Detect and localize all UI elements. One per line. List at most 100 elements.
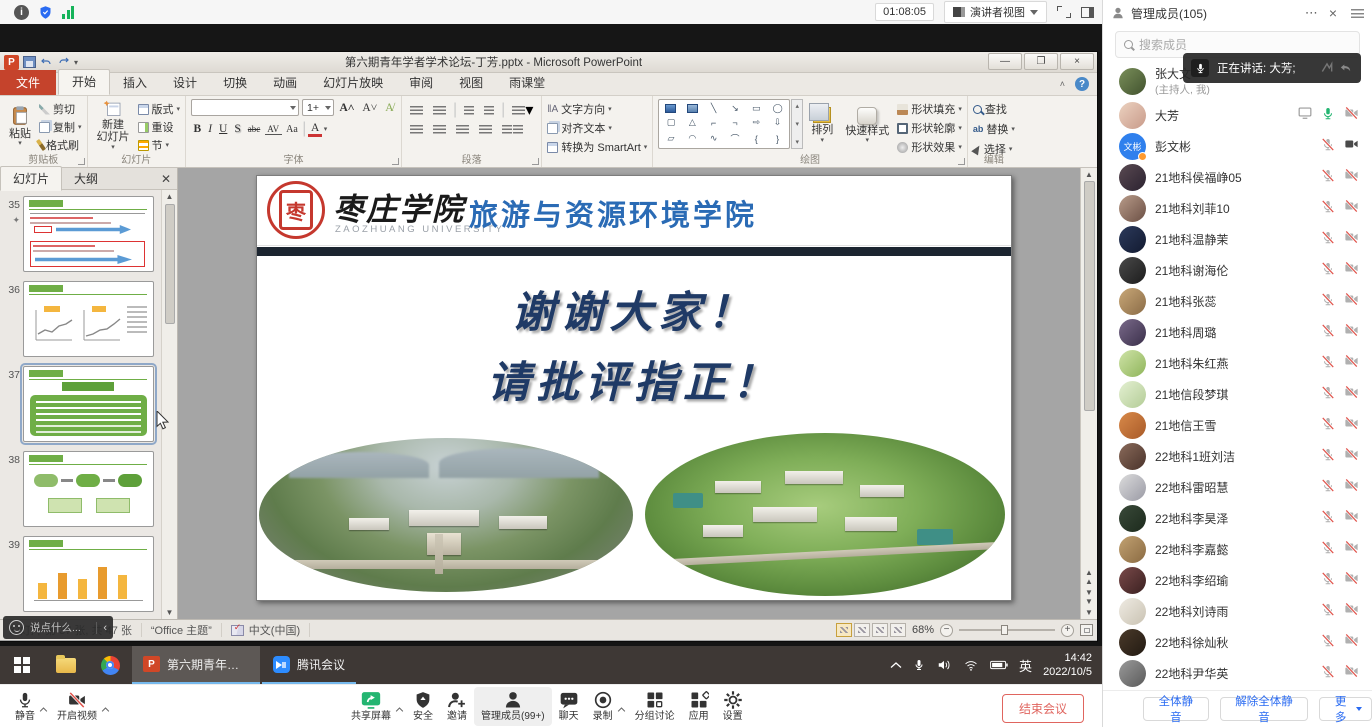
normal-view-button[interactable]	[836, 623, 852, 637]
bold-button[interactable]: B	[191, 123, 204, 135]
font-name-combo[interactable]	[191, 99, 299, 116]
camera-off-icon[interactable]	[1343, 385, 1360, 404]
quick-styles-button[interactable]: 快速样式▾	[841, 99, 893, 153]
toolbar-breakout-button[interactable]: 分组讨论	[628, 687, 682, 726]
presenter-view-button[interactable]: 演讲者视图	[944, 1, 1047, 23]
scroll-up-icon[interactable]: ▲	[1085, 170, 1093, 179]
slides-panel-scrollbar[interactable]: ▲ ▼	[161, 190, 177, 619]
font-size-combo[interactable]: 1+	[302, 99, 334, 116]
ribbon-tab[interactable]: 开始	[58, 69, 110, 95]
zoom-in-button[interactable]: +	[1061, 624, 1074, 637]
find-button[interactable]: 查找	[973, 101, 1015, 117]
unmute-all-button[interactable]: 解除全体静音	[1220, 697, 1309, 721]
shape-fill-button[interactable]: 形状填充▾	[897, 101, 962, 117]
toolbar-record-button[interactable]: 录制	[586, 687, 620, 726]
toolbar-mic-button[interactable]: 静音	[8, 687, 42, 726]
align-left-icon[interactable]	[407, 124, 426, 135]
camera-off-icon[interactable]	[1343, 230, 1360, 249]
participant-list[interactable]: 张大文(主持人, 我)大芳文彬彭文彬21地科侯福峥0521地科刘菲1021地科温…	[1103, 62, 1372, 690]
clear-formatting-button[interactable]: A̸	[383, 102, 396, 114]
text-direction-button[interactable]: ‖A文字方向▾	[547, 101, 647, 117]
participant-row[interactable]: 21地科周璐	[1103, 317, 1372, 348]
toolbar-invite-button[interactable]: 邀请	[440, 687, 474, 726]
toolbar-chat-button[interactable]: 聊天	[552, 687, 586, 726]
shadow-button[interactable]: S	[232, 123, 243, 135]
help-icon[interactable]: ?	[1075, 77, 1089, 91]
close-sidebar-icon[interactable]: ×	[1329, 5, 1337, 21]
taskbar-task-tencent-meeting[interactable]: 腾讯会议	[262, 646, 356, 684]
camera-off-icon[interactable]	[1343, 168, 1360, 187]
fit-to-window-icon[interactable]	[1080, 624, 1093, 636]
camera-off-icon[interactable]	[1343, 323, 1360, 342]
participant-row[interactable]: 21地信段梦琪	[1103, 379, 1372, 410]
info-icon[interactable]: i	[14, 5, 29, 20]
change-case-button[interactable]: Aa	[284, 124, 301, 135]
bullets-icon[interactable]	[407, 105, 426, 116]
camera-on-icon[interactable]	[1343, 137, 1360, 156]
camera-off-icon[interactable]	[1343, 261, 1360, 280]
camera-off-icon[interactable]	[1343, 478, 1360, 497]
line-spacing-icon[interactable]: ▾	[509, 99, 536, 121]
close-panel-icon[interactable]: ✕	[161, 172, 171, 186]
participant-row[interactable]: 22地科李昊泽	[1103, 503, 1372, 534]
taskbar-task-powerpoint[interactable]: P第六期青年学者学...	[132, 646, 260, 684]
ribbon-tab[interactable]: 幻灯片放映	[310, 71, 396, 95]
start-button[interactable]	[0, 646, 44, 684]
drawing-dialog-launcher[interactable]	[958, 158, 965, 165]
toolbar-members-button[interactable]: 管理成员(99+)	[474, 687, 552, 726]
tray-wifi-icon[interactable]	[963, 659, 979, 672]
camera-off-icon[interactable]	[1343, 602, 1360, 621]
mic-off-icon[interactable]	[1321, 664, 1335, 684]
chevron-up-icon[interactable]	[39, 700, 48, 718]
mic-off-icon[interactable]	[1321, 323, 1335, 343]
ribbon-tab[interactable]: 雨课堂	[496, 71, 558, 95]
mic-off-icon[interactable]	[1321, 602, 1335, 622]
mic-off-icon[interactable]	[1321, 230, 1335, 250]
italic-button[interactable]: I	[206, 123, 215, 135]
camera-off-icon[interactable]	[1343, 540, 1360, 559]
participant-row[interactable]: 22地科李嘉懿	[1103, 534, 1372, 565]
ime-indicator[interactable]: 英	[1019, 656, 1032, 675]
cut-button[interactable]: 剪切	[39, 101, 82, 117]
tab-slides[interactable]: 幻灯片	[0, 166, 62, 191]
participant-row[interactable]: 22地科尹华英	[1103, 658, 1372, 689]
zoom-slider-thumb[interactable]	[1001, 625, 1008, 635]
camera-off-icon[interactable]	[1343, 633, 1360, 652]
slide-thumbnail[interactable]	[23, 451, 154, 527]
participant-row[interactable]: 21地信王雪	[1103, 410, 1372, 441]
camera-off-icon[interactable]	[1343, 664, 1360, 683]
slide-thumbnail-row[interactable]: 39	[2, 536, 161, 612]
more-button[interactable]: 更多	[1319, 697, 1372, 721]
chat-bubble-overlay[interactable]: 说点什么... ‹	[3, 616, 113, 639]
slide-thumbnail-row[interactable]: 36	[2, 281, 161, 357]
camera-off-icon[interactable]	[1343, 447, 1360, 466]
clock[interactable]: 14:422022/10/5	[1043, 651, 1092, 680]
mic-off-icon[interactable]	[1321, 633, 1335, 653]
shrink-font-button[interactable]: A˅	[360, 102, 380, 114]
end-meeting-button[interactable]: 结束会议	[1002, 694, 1084, 723]
replace-button[interactable]: ab替换▾	[973, 121, 1015, 137]
participant-row[interactable]: 文彬彭文彬	[1103, 131, 1372, 162]
toolbar-shield-button[interactable]: 安全	[406, 687, 440, 726]
camera-off-icon[interactable]	[1343, 106, 1360, 125]
slide-thumbnail[interactable]	[23, 536, 154, 612]
slide-scrollbar[interactable]: ▲ ▲▲ ▼▼ ▼	[1080, 168, 1097, 619]
shape-gallery-scroll[interactable]: ▴▾▾	[791, 99, 803, 149]
mute-all-button[interactable]: 全体静音	[1143, 697, 1209, 721]
ribbon-tab[interactable]: 文件	[0, 70, 56, 95]
collapse-bubble-icon[interactable]: ‹	[96, 622, 107, 634]
increase-indent-icon[interactable]	[481, 105, 497, 116]
fullscreen-icon[interactable]	[1057, 6, 1071, 18]
paragraph-dialog-launcher[interactable]	[532, 158, 539, 165]
decrease-indent-icon[interactable]	[461, 105, 477, 116]
scroll-thumb[interactable]	[165, 204, 175, 324]
mic-off-icon[interactable]	[1321, 385, 1335, 405]
participant-row[interactable]: 大芳	[1103, 100, 1372, 131]
slide-canvas[interactable]: 枣 枣庄学院 ZAOZHUANG UNIVERSITY 旅游与资源环境学院 谢谢…	[178, 168, 1080, 619]
camera-off-icon[interactable]	[1343, 571, 1360, 590]
smartart-button[interactable]: 转换为 SmartArt▾	[547, 139, 647, 155]
slide-thumbnail[interactable]	[23, 196, 154, 272]
mic-off-icon[interactable]	[1321, 416, 1335, 436]
char-spacing-button[interactable]: AV	[265, 124, 282, 135]
columns-icon[interactable]	[499, 124, 526, 135]
